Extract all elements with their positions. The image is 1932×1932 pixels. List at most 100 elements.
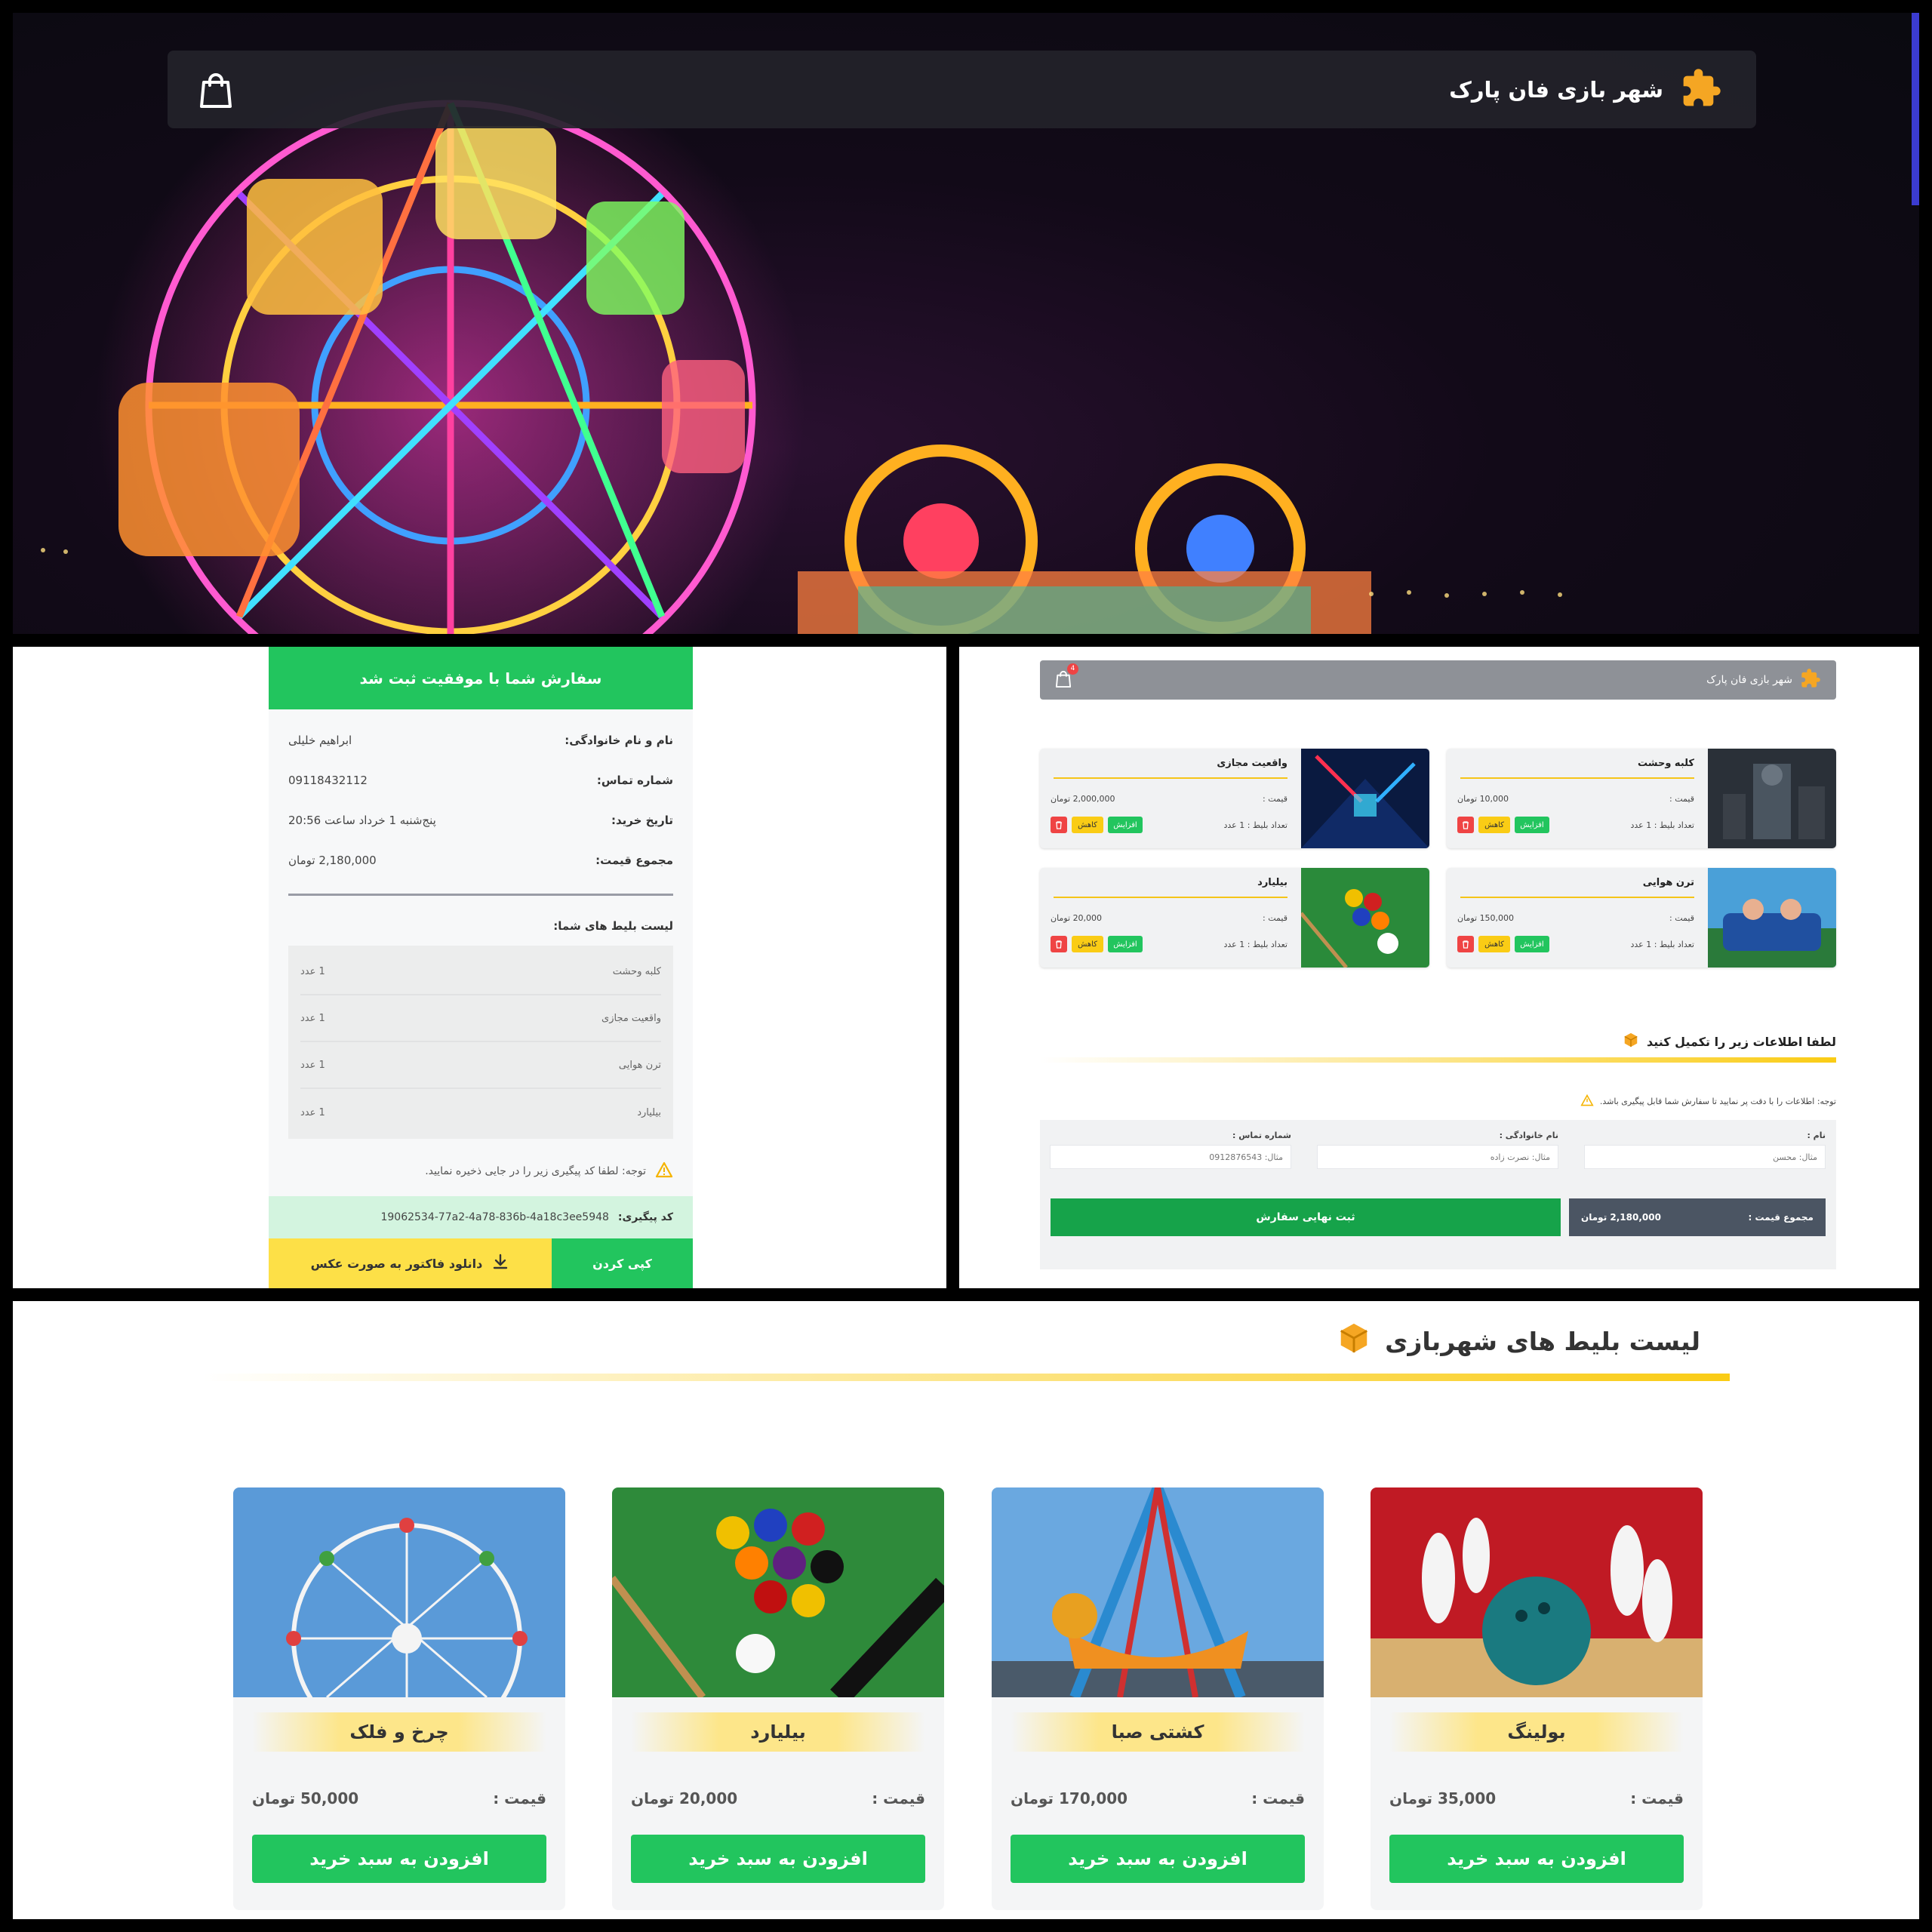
tracking-value[interactable]: 19062534-77a2-4a78-836b-4a18c3ee5948 [380,1211,608,1223]
form-title: لطفا اطلاعات زیر را تکمیل کنید [1623,1032,1836,1051]
first-name-label: نام : [1807,1131,1826,1140]
form-note: توجه: اطلاعات را با دقت پر نمایید تا سفا… [1580,1094,1836,1109]
item-name: بیلیارد [1257,877,1287,888]
item-name: بیلیارد [637,1106,661,1118]
add-to-cart-button[interactable]: افزودن به سبد خرید [1389,1835,1684,1883]
item-image [1708,749,1836,848]
download-invoice-button[interactable]: دانلود فاکتور به صورت عکس [269,1238,552,1288]
ticket-image [612,1487,944,1697]
item-image [1708,868,1836,968]
form-note-text: توجه: اطلاعات را با دقت پر نمایید تا سفا… [1599,1097,1836,1106]
item-qty: تعداد بلیط : 1 عدد [1223,820,1288,830]
decrease-button[interactable]: کاهش [1478,817,1510,833]
name-label: نام و نام خانوادگی: [565,733,673,747]
item-qty: 1 عدد [300,1012,325,1024]
add-to-cart-button[interactable]: افزودن به سبد خرید [252,1835,546,1883]
item-image [1301,749,1429,848]
list-item: ترن هوایی 1 عدد [300,1042,661,1089]
warning-icon [1580,1094,1594,1109]
ticket-name: بولینگ [1389,1712,1684,1752]
note-text: توجه: لطفا کد پیگیری زیر را در جایی ذخیر… [425,1165,646,1177]
price-value: 50,000 تومان [252,1789,359,1807]
scrollbar[interactable] [1912,13,1919,205]
order-receipt-panel: سفارش شما با موفقیت ثبت شد نام و نام خان… [13,647,946,1288]
ticket-price-row: قیمت : 50,000 تومان [252,1789,546,1807]
decrease-button[interactable]: کاهش [1072,936,1103,952]
box-icon [1337,1321,1371,1361]
form-title-text: لطفا اطلاعات زیر را تکمیل کنید [1646,1034,1836,1049]
price-label: قیمت : [1630,1789,1684,1807]
section-title: لیست بلیط های شهربازی [1337,1321,1700,1361]
ticket-card: کشتی صبا قیمت : 170,000 تومان افزودن به … [992,1487,1324,1910]
total-label: مجموع قیمت : [1748,1212,1814,1223]
ticket-name: بیلیارد [631,1712,925,1752]
phone-input[interactable] [1050,1145,1291,1169]
delete-button[interactable] [1457,817,1474,833]
increase-button[interactable]: افزایش [1108,817,1143,833]
brand[interactable]: شهر بازی فان پارک [1449,51,1722,128]
trash-icon [1056,821,1062,829]
price-label: قیمت : [493,1789,546,1807]
item-qty: 1 عدد [300,1106,325,1118]
delete-button[interactable] [1457,936,1474,952]
item-controls: کاهش افزایش [1457,936,1549,952]
submit-order-button[interactable]: ثبت نهایی سفارش [1051,1198,1561,1236]
item-name: کلبه وحشت [1637,758,1694,769]
add-to-cart-button[interactable]: افزودن به سبد خرید [1011,1835,1305,1883]
navbar: شهر بازی فان پارک [168,51,1756,128]
receipt-card: سفارش شما با موفقیت ثبت شد نام و نام خان… [269,647,693,1288]
trash-icon [1056,940,1062,949]
download-label: دانلود فاکتور به صورت عکس [310,1256,483,1271]
download-icon [491,1253,509,1274]
item-qty: تعداد بلیط : 1 عدد [1630,940,1695,949]
decrease-button[interactable]: کاهش [1478,936,1510,952]
last-name-field-group: نام خانوادگی : [1317,1131,1558,1169]
phone-label: شماره تماس: [596,773,673,787]
cart-item: کلبه وحشت قیمت : 10,000 تومان تعداد بلیط… [1447,749,1836,848]
first-name-field-group: نام : [1584,1131,1826,1169]
total-label: مجموع قیمت: [595,853,673,867]
ticket-card: بیلیارد قیمت : 20,000 تومان افزودن به سب… [612,1487,944,1910]
item-name: ترن هوایی [1642,877,1694,888]
item-name: کلبه وحشت [612,965,661,977]
add-to-cart-button[interactable]: افزودن به سبد خرید [631,1835,925,1883]
item-qty: تعداد بلیط : 1 عدد [1223,940,1288,949]
brand-name: شهر بازی فان پارک [1449,76,1663,103]
ticket-card: بولینگ قیمت : 35,000 تومان افزودن به سبد… [1371,1487,1703,1910]
delete-button[interactable] [1051,817,1067,833]
tracking-label: کد پیگیری: [617,1211,673,1223]
checkout-form: نام : نام خانوادگی : شماره تماس : مجموع … [1040,1120,1836,1269]
item-underline [1460,897,1694,898]
hero-section: شهر بازی فان پارک [13,13,1919,634]
first-name-input[interactable] [1584,1145,1826,1169]
receipt-name-row: نام و نام خانوادگی: ابراهیم خلیلی [269,720,693,760]
last-name-input[interactable] [1317,1145,1558,1169]
copy-button[interactable]: کپی کردن [552,1238,693,1288]
shopping-bag-icon[interactable] [199,70,232,111]
ticket-list-title: لیست بلیط های شما: [553,919,673,933]
increase-button[interactable]: افزایش [1515,936,1549,952]
increase-button[interactable]: افزایش [1515,817,1549,833]
list-item: کلبه وحشت 1 عدد [300,949,661,995]
cart-panel: شهر بازی فان پارک 4 کلبه وحشت قیمت : 10,… [959,647,1919,1288]
cart-brand[interactable]: شهر بازی فان پارک [1706,660,1821,700]
ticket-name: چرخ و فلک [252,1712,546,1752]
total-value: 2,180,000 تومان [288,853,377,867]
delete-button[interactable] [1051,936,1067,952]
ticket-list: کلبه وحشت 1 عدد واقعیت مجازی 1 عدد ترن هوا… [288,946,673,1139]
item-price: 2,000,000 تومان [1051,794,1115,804]
receipt-total-row: مجموع قیمت: 2,180,000 تومان [269,840,693,880]
ticket-image [992,1487,1324,1697]
receipt-date-row: تاریخ خرید: پنج‌شنبه 1 خرداد ساعت 20:56 [269,800,693,840]
box-icon [1623,1032,1639,1051]
item-name: واقعیت مجازی [1217,758,1287,769]
item-image [1301,868,1429,968]
decrease-button[interactable]: کاهش [1072,817,1103,833]
price-value: 170,000 تومان [1011,1789,1128,1807]
save-note: توجه: لطفا کد پیگیری زیر را در جایی ذخیر… [269,1139,693,1181]
item-qty: 1 عدد [300,1059,325,1071]
price-label: قیمت : [1251,1789,1305,1807]
increase-button[interactable]: افزایش [1108,936,1143,952]
item-controls: کاهش افزایش [1457,817,1549,833]
receipt-title: سفارش شما با موفقیت ثبت شد [269,647,693,709]
